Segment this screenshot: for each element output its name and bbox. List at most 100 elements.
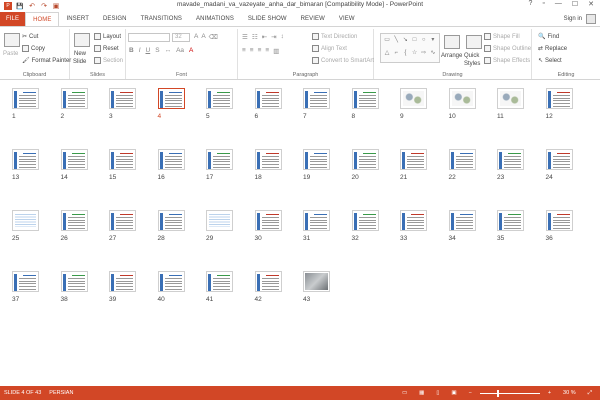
avatar[interactable]: [586, 14, 596, 24]
slide-thumbnail[interactable]: [545, 210, 573, 231]
new-slide-button[interactable]: New: [74, 51, 86, 57]
slide-sorter[interactable]: 1 2 3 4 5 6 7 8 9 10 11 12 13 14 15 16 17 18 19 20 21 22 23 24 2…: [0, 80, 600, 386]
slide-thumbnail[interactable]: [497, 88, 524, 109]
columns-icon[interactable]: ▥: [273, 47, 279, 55]
help-icon[interactable]: ?: [528, 0, 532, 8]
slide-thumbnail[interactable]: [109, 210, 136, 231]
slide-thumbnail[interactable]: [303, 210, 330, 231]
font-color-icon[interactable]: A: [189, 47, 193, 54]
slide-sorter-view-icon[interactable]: ▦: [415, 390, 428, 396]
slide-thumbnail[interactable]: [351, 88, 379, 109]
format-painter-button[interactable]: 🖌 Format Painter: [22, 57, 71, 65]
shape-star-icon[interactable]: ☆: [411, 49, 419, 61]
numbering-icon[interactable]: ☷: [252, 33, 258, 41]
shape-fill-button[interactable]: Shape Fill: [484, 33, 520, 40]
ribbon-display-icon[interactable]: ▫: [542, 0, 544, 8]
quick-styles-icon[interactable]: [466, 35, 482, 49]
language-indicator[interactable]: PERSIAN: [45, 390, 77, 396]
slide-thumbnail[interactable]: [157, 149, 185, 170]
shape-triangle-icon[interactable]: △: [383, 49, 391, 61]
slide-thumbnail[interactable]: [60, 88, 88, 109]
tab-review[interactable]: REVIEW: [294, 12, 332, 26]
text-direction-button[interactable]: Text Direction: [312, 33, 357, 40]
decrease-indent-icon[interactable]: ⇤: [262, 33, 267, 41]
tab-animations[interactable]: ANIMATIONS: [189, 12, 241, 26]
font-name-field[interactable]: [128, 33, 170, 42]
slide-thumbnail[interactable]: [545, 88, 573, 109]
slide-thumbnail[interactable]: [303, 88, 330, 109]
slide-thumbnail[interactable]: [206, 88, 233, 109]
tab-file[interactable]: FILE: [0, 12, 26, 26]
layout-button[interactable]: Layout: [94, 33, 121, 40]
slide-thumbnail[interactable]: [351, 210, 379, 231]
convert-smartart-button[interactable]: Convert to SmartArt: [312, 57, 374, 64]
slide-thumbnail[interactable]: [157, 271, 185, 292]
slide-thumbnail[interactable]: [400, 88, 427, 109]
tab-slide-show[interactable]: SLIDE SHOW: [241, 12, 294, 26]
slide-thumbnail[interactable]: [157, 88, 185, 109]
shape-bracket-icon[interactable]: {: [401, 49, 409, 61]
slideshow-view-icon[interactable]: ▣: [447, 390, 460, 396]
shape-rect-icon[interactable]: □: [411, 36, 419, 48]
char-spacing-icon[interactable]: ↔: [165, 47, 172, 54]
sign-in-link[interactable]: Sign in: [564, 16, 582, 22]
zoom-in-icon[interactable]: +: [544, 390, 555, 396]
maximize-icon[interactable]: ☐: [572, 0, 578, 8]
shape-textbox-icon[interactable]: ▭: [383, 36, 391, 48]
slide-thumbnail[interactable]: [12, 210, 39, 231]
shape-effects-button[interactable]: Shape Effects: [484, 57, 530, 64]
slide-thumbnail[interactable]: [400, 210, 427, 231]
tab-transitions[interactable]: TRANSITIONS: [134, 12, 189, 26]
reset-button[interactable]: Reset: [94, 45, 119, 52]
slide-thumbnail[interactable]: [497, 210, 524, 231]
shape-oval-icon[interactable]: ○: [420, 36, 428, 48]
slide-thumbnail[interactable]: [60, 271, 88, 292]
shape-curve-icon[interactable]: ∿: [429, 49, 437, 61]
slide-thumbnail[interactable]: [109, 149, 136, 170]
shape-line-icon[interactable]: ╲: [392, 36, 400, 48]
font-size-field[interactable]: 32: [172, 33, 190, 42]
grow-font-icon[interactable]: A: [194, 33, 198, 41]
close-icon[interactable]: ✕: [588, 0, 594, 8]
slide-thumbnail[interactable]: [254, 210, 282, 231]
shape-arrow-right-icon[interactable]: ⇨: [420, 49, 428, 61]
section-button[interactable]: Section: [94, 57, 123, 64]
slide-thumbnail[interactable]: [254, 271, 282, 292]
align-center-icon[interactable]: ≡: [250, 47, 254, 55]
slide-thumbnail[interactable]: [109, 271, 136, 292]
slide-thumbnail[interactable]: [400, 149, 427, 170]
justify-icon[interactable]: ≡: [265, 47, 269, 55]
slide-thumbnail[interactable]: [448, 149, 476, 170]
quick-styles-button[interactable]: Quick: [464, 53, 479, 59]
slide-thumbnail[interactable]: [157, 210, 185, 231]
increase-indent-icon[interactable]: ⇥: [271, 33, 276, 41]
shape-arrow-icon[interactable]: ↘: [401, 36, 409, 48]
tab-insert[interactable]: INSERT: [59, 12, 96, 26]
zoom-slider-knob[interactable]: [497, 389, 500, 397]
cut-button[interactable]: ✂ Cut: [22, 33, 38, 41]
shapes-gallery[interactable]: ▭ ╲ ↘ □ ○ ▾ △ ⌐{☆ ⇨ ∿: [380, 33, 440, 63]
line-spacing-icon[interactable]: ↕: [281, 33, 284, 41]
bullets-icon[interactable]: ☰: [242, 33, 248, 41]
slide-thumbnail[interactable]: [12, 271, 39, 292]
minimize-icon[interactable]: —: [555, 0, 562, 8]
slide-thumbnail[interactable]: [351, 149, 379, 170]
new-slide-icon[interactable]: [74, 33, 90, 47]
slide-thumbnail[interactable]: [448, 88, 476, 109]
replace-button[interactable]: ⇄ Replace: [538, 45, 567, 53]
slide-thumbnail[interactable]: [109, 88, 136, 109]
zoom-slider[interactable]: [479, 389, 540, 397]
align-right-icon[interactable]: ≡: [258, 47, 262, 55]
new-slide-button-line2[interactable]: Slide: [73, 59, 86, 65]
arrange-button[interactable]: Arrange: [441, 53, 462, 59]
zoom-out-icon[interactable]: −: [465, 390, 476, 396]
change-case-icon[interactable]: Aa: [176, 47, 184, 54]
slide-thumbnail[interactable]: [254, 149, 282, 170]
slide-thumbnail[interactable]: [12, 149, 39, 170]
slide-thumbnail[interactable]: [60, 210, 88, 231]
tab-design[interactable]: DESIGN: [96, 12, 134, 26]
slide-thumbnail[interactable]: [12, 88, 39, 109]
shape-more-icon[interactable]: ▾: [429, 36, 437, 48]
shape-outline-button[interactable]: Shape Outline: [484, 45, 531, 52]
shape-connector-icon[interactable]: ⌐: [392, 49, 400, 61]
